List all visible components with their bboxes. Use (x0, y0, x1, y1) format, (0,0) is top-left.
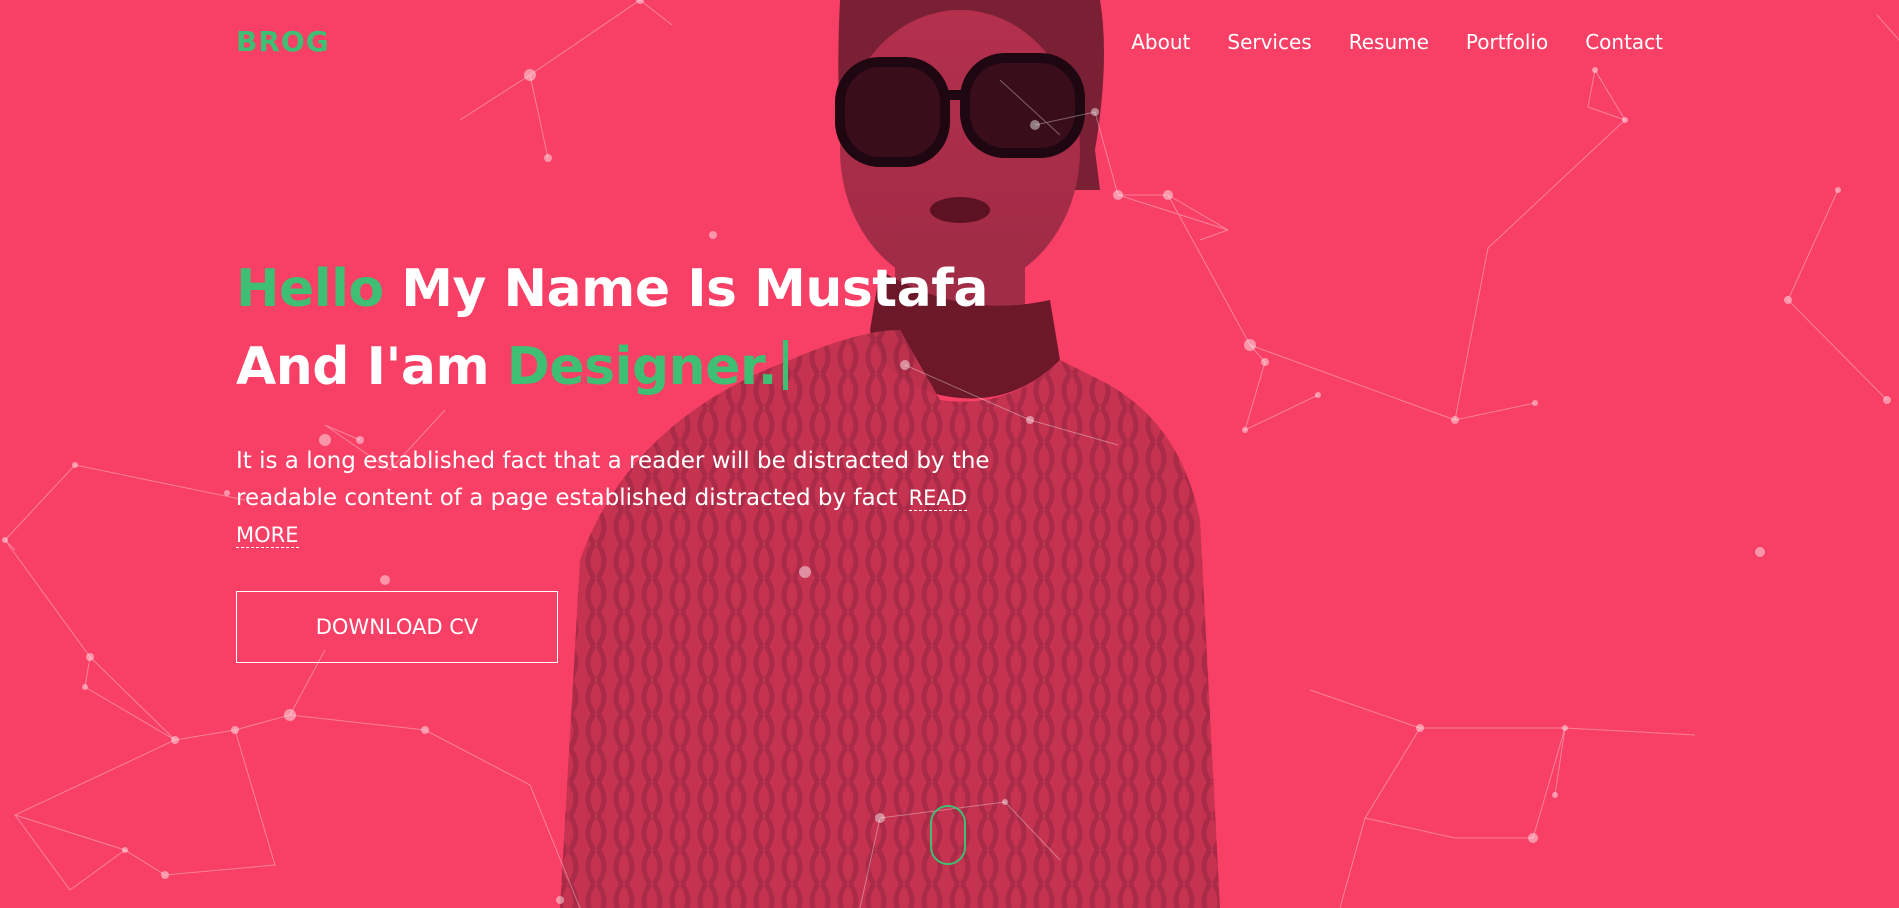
nav-item-contact[interactable]: Contact (1585, 30, 1663, 54)
nav-item-portfolio[interactable]: Portfolio (1466, 30, 1548, 54)
hero-headline: Hello My Name Is Mustafa And I'am Design… (236, 250, 988, 406)
brand-logo[interactable]: BROG (236, 25, 330, 58)
mouse-scroll-icon[interactable] (930, 805, 966, 865)
typing-cursor (782, 340, 788, 390)
headline-name: My Name Is Mustafa (401, 259, 988, 319)
main-nav: About Services Resume Portfolio Contact (1131, 30, 1663, 54)
headline-greeting: Hello (236, 259, 384, 319)
nav-item-about[interactable]: About (1131, 30, 1190, 54)
hero-description: It is a long established fact that a rea… (236, 443, 1026, 554)
nav-item-resume[interactable]: Resume (1349, 30, 1429, 54)
download-cv-button[interactable]: DOWNLOAD CV (236, 591, 558, 663)
headline-line2-prefix: And I'am (236, 337, 490, 397)
description-text: It is a long established fact that a rea… (236, 448, 990, 511)
headline-role: Designer. (506, 337, 778, 397)
hero-section: BROG About Services Resume Portfolio Con… (0, 0, 1899, 908)
nav-item-services[interactable]: Services (1227, 30, 1311, 54)
